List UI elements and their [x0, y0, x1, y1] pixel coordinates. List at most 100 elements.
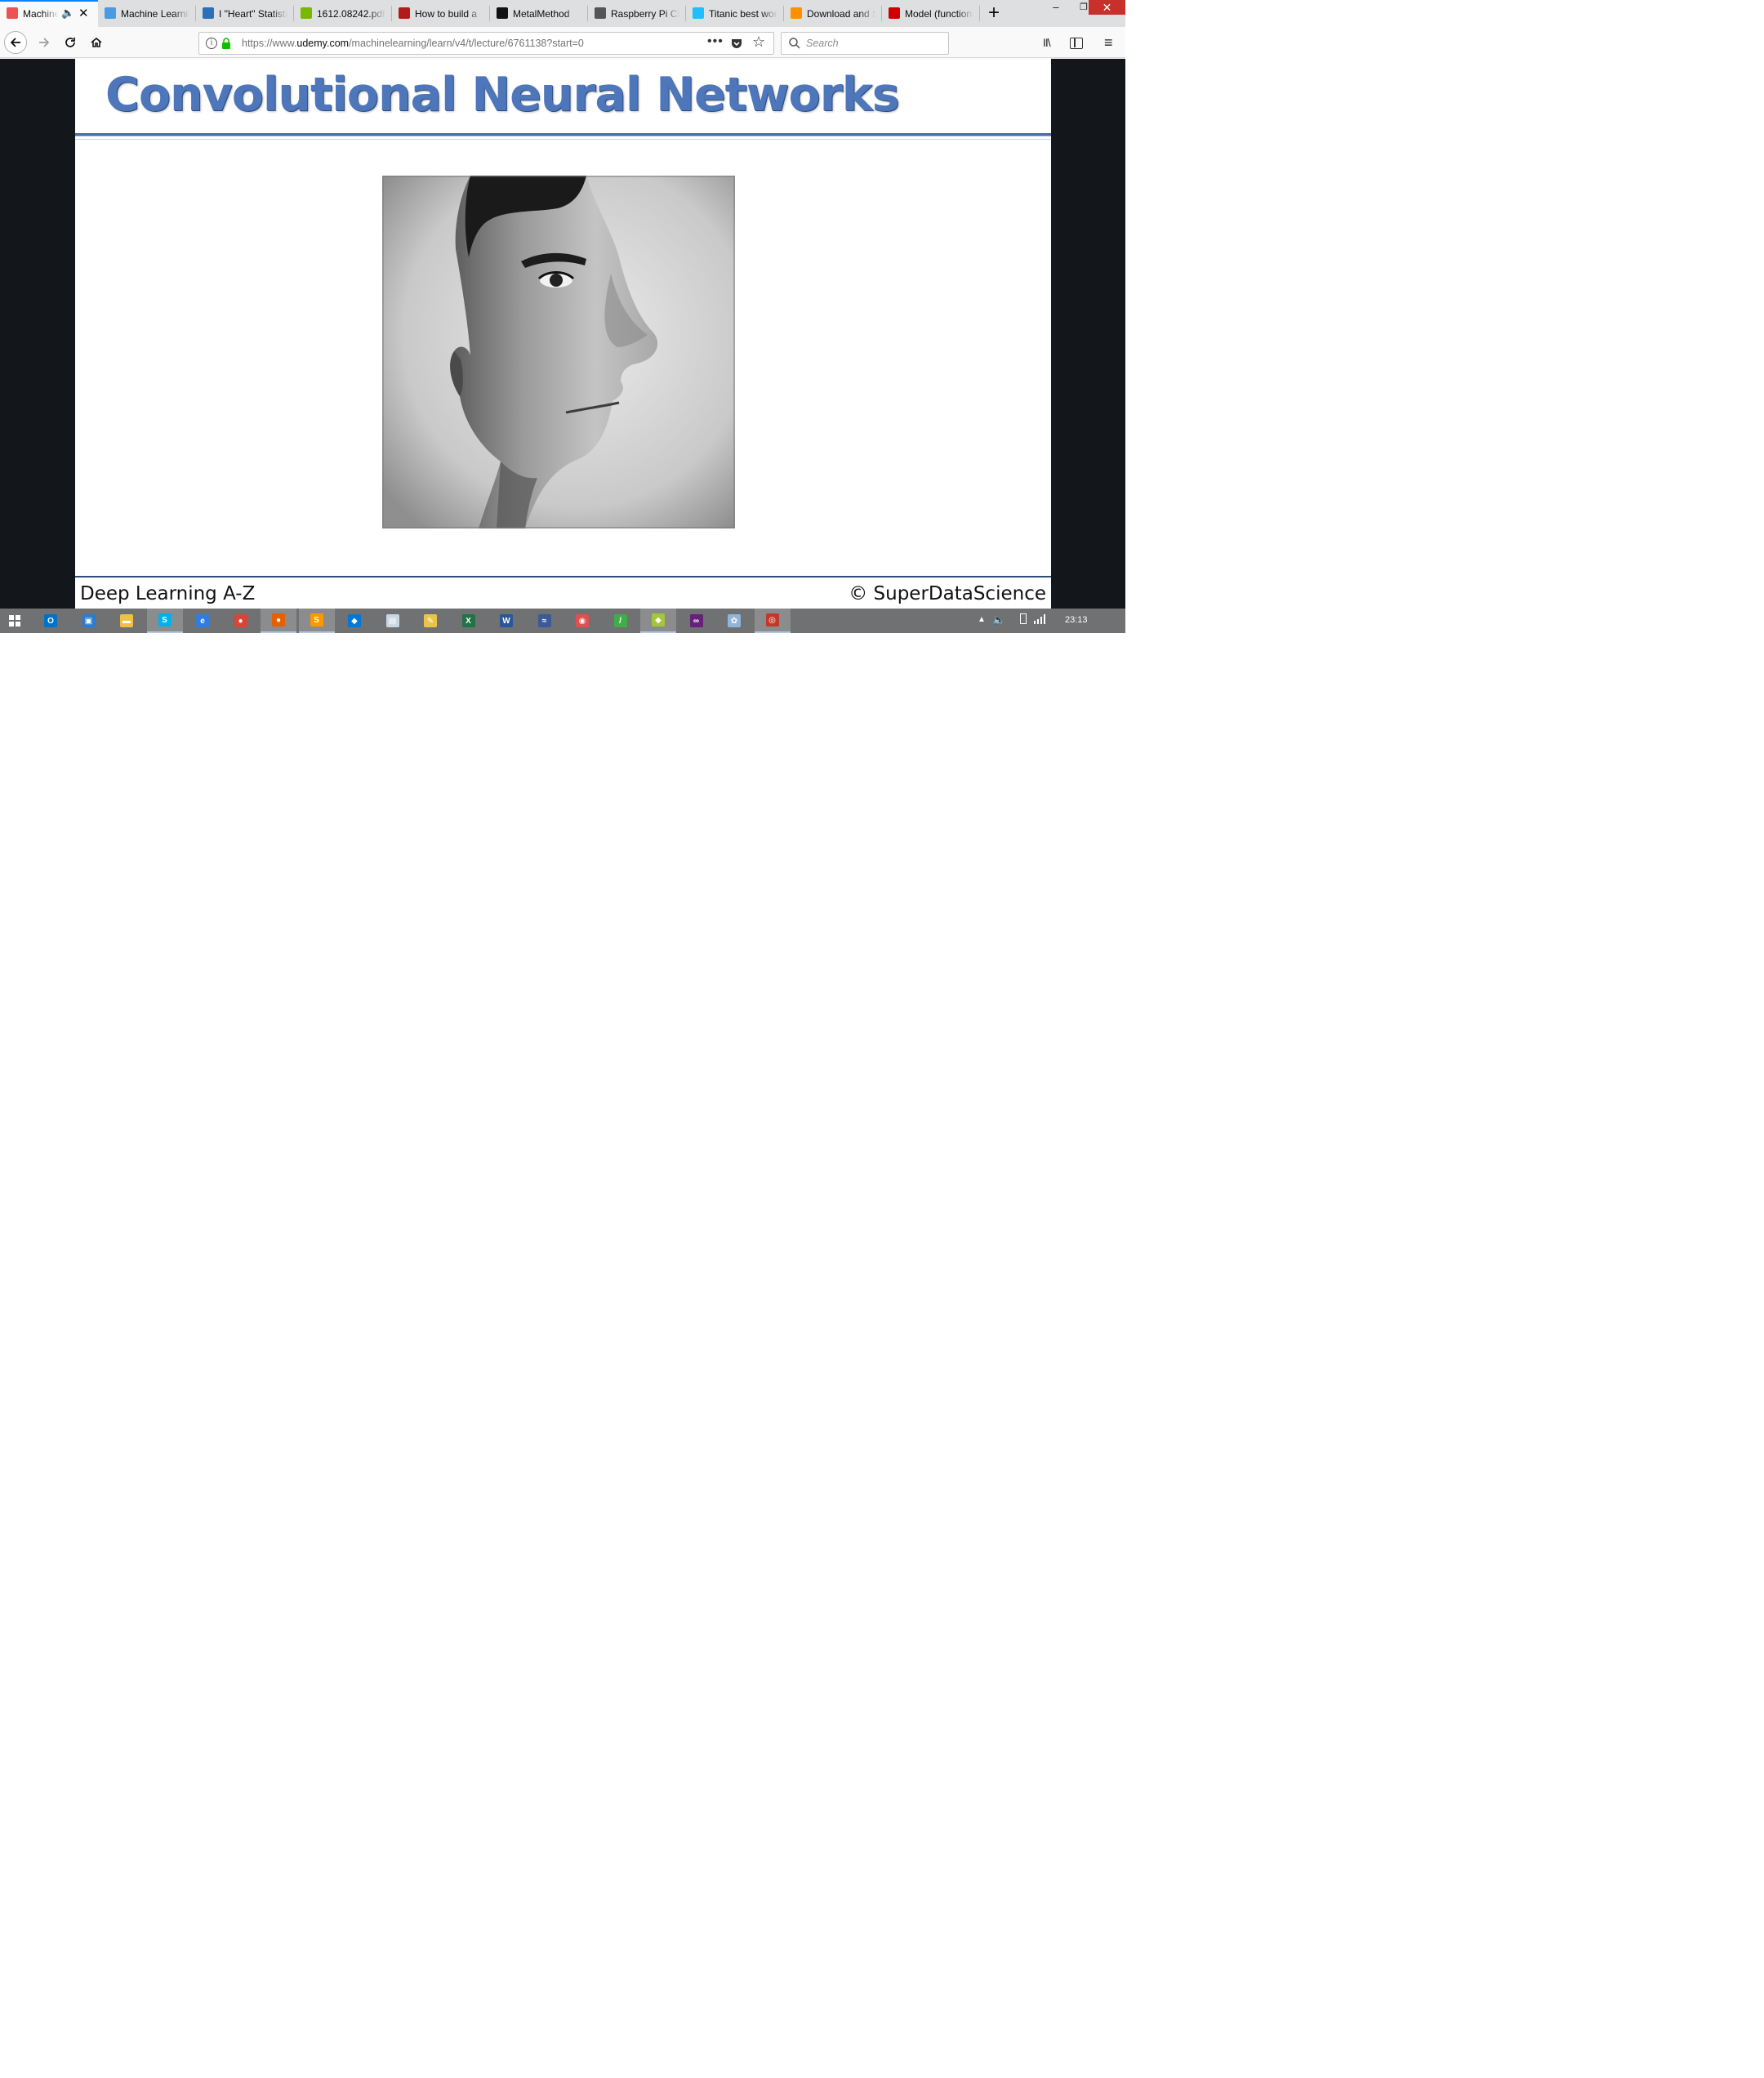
course-name: Deep Learning A-Z [80, 583, 256, 604]
android-studio-icon: ◆ [652, 613, 665, 627]
taskbar-item[interactable]: ▬ [109, 609, 145, 633]
taskbar-item[interactable]: ◆ [336, 609, 372, 633]
keras-icon [889, 7, 900, 19]
edge-icon: e [196, 614, 209, 627]
tab-separator [979, 6, 980, 21]
show-hidden-icons-button[interactable]: ▲ [978, 615, 986, 624]
printer-icon: ▤ [385, 614, 399, 627]
taskbar-item[interactable]: S [146, 609, 183, 633]
home-button[interactable] [85, 31, 108, 54]
library-button[interactable]: II\ [1043, 36, 1051, 49]
skype-icon: S [158, 613, 172, 627]
minimize-window-button[interactable]: – [1042, 0, 1070, 16]
browser-tab[interactable]: Download and Setup [784, 0, 882, 27]
reload-button[interactable] [59, 31, 82, 54]
windows-start-icon [8, 614, 21, 627]
tab-label: How to build a [415, 8, 483, 20]
taskbar-item[interactable]: ✿ [716, 609, 752, 633]
browser-tab[interactable]: Model (functional API) [882, 0, 980, 27]
pocket-icon[interactable] [731, 38, 742, 49]
bookmark-star-icon[interactable]: ☆ [752, 33, 765, 51]
sidebar-toggle-icon[interactable] [1070, 38, 1083, 49]
cloud-icon [105, 7, 116, 19]
browser-tab[interactable]: Machine Learning [98, 0, 196, 27]
close-tab-icon[interactable]: ✕ [78, 6, 89, 20]
taskbar-item[interactable] [0, 609, 29, 633]
bluetooth-icon: ≈ [537, 614, 551, 627]
taskbar-item[interactable]: X [451, 609, 487, 633]
home-icon [91, 38, 102, 47]
raspberry-icon [595, 7, 606, 19]
sublime-icon: S [310, 613, 323, 627]
taskbar-item[interactable]: ▤ [375, 609, 411, 633]
taskbar-item[interactable]: e [185, 609, 220, 633]
battery-icon[interactable] [1020, 613, 1027, 624]
taskbar-item[interactable]: S [298, 609, 335, 633]
browser-tab[interactable]: Raspberry Pi Cluster [588, 0, 686, 27]
taskbar-item[interactable]: ◉ [564, 609, 600, 633]
url-path: /machinelearning/learn/v4/t/lecture/6761… [349, 38, 584, 49]
dzone-icon [399, 7, 410, 19]
close-window-button[interactable]: ✕ [1089, 0, 1125, 15]
back-arrow-icon [10, 38, 20, 47]
tab-label: Machine Learning A-Z [23, 8, 59, 20]
search-icon [789, 38, 800, 49]
browser-tab[interactable]: MetalMethod [490, 0, 588, 27]
network-signal-icon[interactable] [1033, 613, 1046, 624]
taskbar-item[interactable]: O [33, 609, 69, 633]
forward-button[interactable] [33, 31, 56, 54]
browser-tab[interactable]: Machine Learning A-Z🔈 ✕ [0, 0, 98, 27]
taskbar-item[interactable]: / [603, 609, 639, 633]
pdf-icon [301, 7, 312, 19]
excel-icon: X [461, 614, 475, 627]
hamburger-menu-icon[interactable]: ≡ [1104, 34, 1113, 51]
search-bar[interactable]: Search [781, 32, 949, 55]
taskbar-item[interactable]: ∞ [679, 609, 715, 633]
url-prefix: https://www. [242, 38, 297, 49]
url-bar[interactable]: i https://www.udemy.com/machinelearning/… [198, 32, 774, 55]
lock-icon[interactable] [221, 38, 231, 49]
network-tool-icon: ◉ [576, 614, 589, 627]
volume-icon[interactable]: 🔈 [992, 613, 1005, 627]
page-actions-button[interactable]: ••• [707, 34, 724, 49]
browser-tab[interactable]: How to build a [392, 0, 490, 27]
browser-tab[interactable]: 1612.08242.pdf [294, 0, 392, 27]
media-app-icon: ◎ [765, 613, 779, 627]
paint-icon: ✎ [424, 614, 437, 627]
chrome-icon: ● [234, 614, 247, 627]
taskbar-item[interactable]: ◆ [640, 609, 676, 633]
tab-label: 1612.08242.pdf [317, 8, 385, 20]
tab-label: MetalMethod [513, 8, 581, 20]
url-text[interactable]: https://www.udemy.com/machinelearning/le… [242, 38, 584, 49]
vscode-icon: ◆ [348, 614, 361, 627]
url-domain: udemy.com [296, 38, 350, 49]
kaggle-icon [693, 7, 704, 19]
new-tab-button[interactable]: + [982, 1, 1006, 25]
taskbar-item[interactable]: W [488, 609, 524, 633]
browser-tab[interactable]: Titanic best working [686, 0, 784, 27]
taskbar-item[interactable]: ● [261, 609, 296, 633]
tensorflow-icon [791, 7, 802, 19]
tab-audio-icon[interactable]: 🔈 [61, 7, 74, 20]
taskbar-item[interactable]: ▣ [71, 609, 107, 633]
tab-label: Raspberry Pi Cluster [611, 8, 679, 20]
quora-icon [203, 7, 214, 19]
taskbar-item[interactable]: ◎ [754, 609, 791, 633]
info-icon[interactable]: i [206, 38, 217, 49]
taskbar-item[interactable]: ≈ [527, 609, 563, 633]
title-divider-secondary [75, 139, 1051, 140]
tab-label: Download and Setup [807, 8, 875, 20]
screen: Machine Learning A-Z🔈✕Machine LearningI … [0, 0, 1125, 633]
taskbar-item[interactable]: ✎ [412, 609, 448, 633]
windows-taskbar: O ▣ ▬ Se ● ● S ◆ ▤ ✎ X W ≈ ◉ / ◆ ∞ ✿ ◎ [0, 609, 1125, 633]
back-button[interactable] [4, 31, 27, 54]
browser-tab[interactable]: I "Heart" Statistics [196, 0, 294, 27]
pen-icon: / [613, 614, 627, 627]
copyright-notice: © SuperDataScience [849, 583, 1046, 604]
search-input[interactable]: Search [806, 38, 839, 49]
taskbar-item[interactable]: ● [223, 609, 259, 633]
slide-title: Convolutional Neural Networks [105, 68, 900, 122]
word-icon: W [500, 614, 513, 627]
tab-strip: Machine Learning A-Z🔈 ✕ Machine Learning I … [0, 0, 1125, 27]
taskbar-clock[interactable]: 23:13 [1065, 615, 1088, 625]
